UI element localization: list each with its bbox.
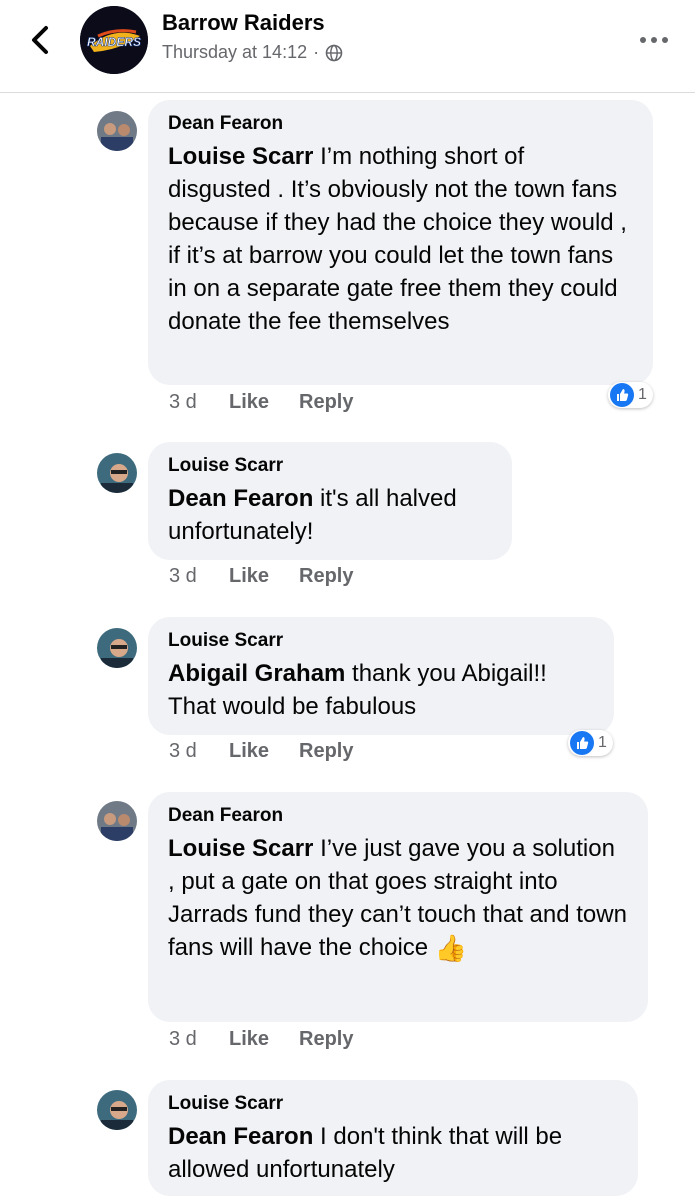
- comment-time[interactable]: 3 d: [169, 565, 229, 588]
- thumbs-up-icon: [570, 731, 594, 755]
- post-timestamp[interactable]: Thursday at 14:12: [162, 42, 307, 63]
- commenter-photo: [97, 453, 137, 493]
- comment-actions: 3 d Like Reply: [169, 565, 353, 588]
- comment-time[interactable]: 3 d: [169, 391, 229, 414]
- mention-link[interactable]: Louise Scarr: [168, 835, 313, 862]
- commenter-photo: [97, 801, 137, 841]
- comment-author[interactable]: Dean Fearon: [168, 112, 633, 136]
- comment-author[interactable]: Louise Scarr: [168, 454, 492, 478]
- comment-body: I’m nothing short of disgusted . It’s ob…: [168, 143, 627, 335]
- comment-author[interactable]: Louise Scarr: [168, 629, 594, 653]
- commenter-photo: [97, 111, 137, 151]
- comment-bubble: Louise Scarr Dean Fearon I don't think t…: [148, 1080, 638, 1196]
- like-button[interactable]: Like: [229, 1028, 299, 1051]
- page-avatar[interactable]: RAIDERS: [80, 6, 148, 74]
- avatar[interactable]: [97, 628, 137, 668]
- reaction-count: 1: [638, 386, 647, 403]
- comment-bubble: Dean Fearon Louise Scarr I’m nothing sho…: [148, 100, 653, 385]
- avatar[interactable]: [97, 453, 137, 493]
- reply-button[interactable]: Reply: [299, 740, 353, 763]
- reaction-count: 1: [598, 734, 607, 751]
- avatar[interactable]: [97, 801, 137, 841]
- comment-text: Abigail Graham thank you Abigail!! That …: [168, 657, 594, 723]
- comment-bubble: Louise Scarr Abigail Graham thank you Ab…: [148, 617, 614, 735]
- thumbs-up-icon: [610, 383, 634, 407]
- comment-actions: 3 d Like Reply: [169, 1028, 353, 1051]
- comment-actions: 3 d Like Reply: [169, 391, 353, 414]
- reply-button[interactable]: Reply: [299, 391, 353, 414]
- comment-text: Dean Fearon I don't think that will be a…: [168, 1120, 618, 1186]
- reply-button[interactable]: Reply: [299, 1028, 353, 1051]
- comment-time[interactable]: 3 d: [169, 740, 229, 763]
- mention-link[interactable]: Dean Fearon: [168, 1123, 313, 1150]
- comment-time[interactable]: 3 d: [169, 1028, 229, 1051]
- comment-text: Louise Scarr I’m nothing short of disgus…: [168, 140, 633, 338]
- avatar[interactable]: [97, 1090, 137, 1130]
- mention-link[interactable]: Dean Fearon: [168, 485, 313, 512]
- comment-bubble: Louise Scarr Dean Fearon it's all halved…: [148, 442, 512, 560]
- avatar[interactable]: [97, 111, 137, 151]
- more-options-button[interactable]: [636, 30, 672, 50]
- meta-separator: ·: [313, 42, 320, 62]
- commenter-photo: [97, 1090, 137, 1130]
- comment-text: Louise Scarr I’ve just gave you a soluti…: [168, 832, 628, 965]
- like-button[interactable]: Like: [229, 391, 299, 414]
- chevron-left-icon: [32, 26, 48, 54]
- mention-link[interactable]: Abigail Graham: [168, 660, 345, 687]
- globe-icon: [325, 44, 343, 61]
- page-name[interactable]: Barrow Raiders: [162, 10, 325, 36]
- reaction-badge[interactable]: 1: [608, 382, 653, 408]
- thumbs-up-emoji: 👍: [434, 933, 468, 964]
- more-dots-icon: [640, 37, 668, 43]
- back-button[interactable]: [22, 20, 58, 60]
- commenter-photo: [97, 628, 137, 668]
- like-button[interactable]: Like: [229, 740, 299, 763]
- svg-text:RAIDERS: RAIDERS: [87, 35, 141, 49]
- mention-link[interactable]: Louise Scarr: [168, 143, 313, 170]
- comment-author[interactable]: Dean Fearon: [168, 804, 628, 828]
- post-header: RAIDERS Barrow Raiders Thursday at 14:12…: [0, 0, 695, 93]
- comment-author[interactable]: Louise Scarr: [168, 1092, 618, 1116]
- like-button[interactable]: Like: [229, 565, 299, 588]
- post-meta: Thursday at 14:12 ·: [162, 42, 343, 63]
- reaction-badge[interactable]: 1: [568, 730, 613, 756]
- comment-actions: 3 d Like Reply: [169, 740, 353, 763]
- reply-button[interactable]: Reply: [299, 565, 353, 588]
- raiders-logo: RAIDERS: [80, 6, 148, 74]
- comment-text: Dean Fearon it's all halved unfortunatel…: [168, 482, 492, 548]
- comment-bubble: Dean Fearon Louise Scarr I’ve just gave …: [148, 792, 648, 1022]
